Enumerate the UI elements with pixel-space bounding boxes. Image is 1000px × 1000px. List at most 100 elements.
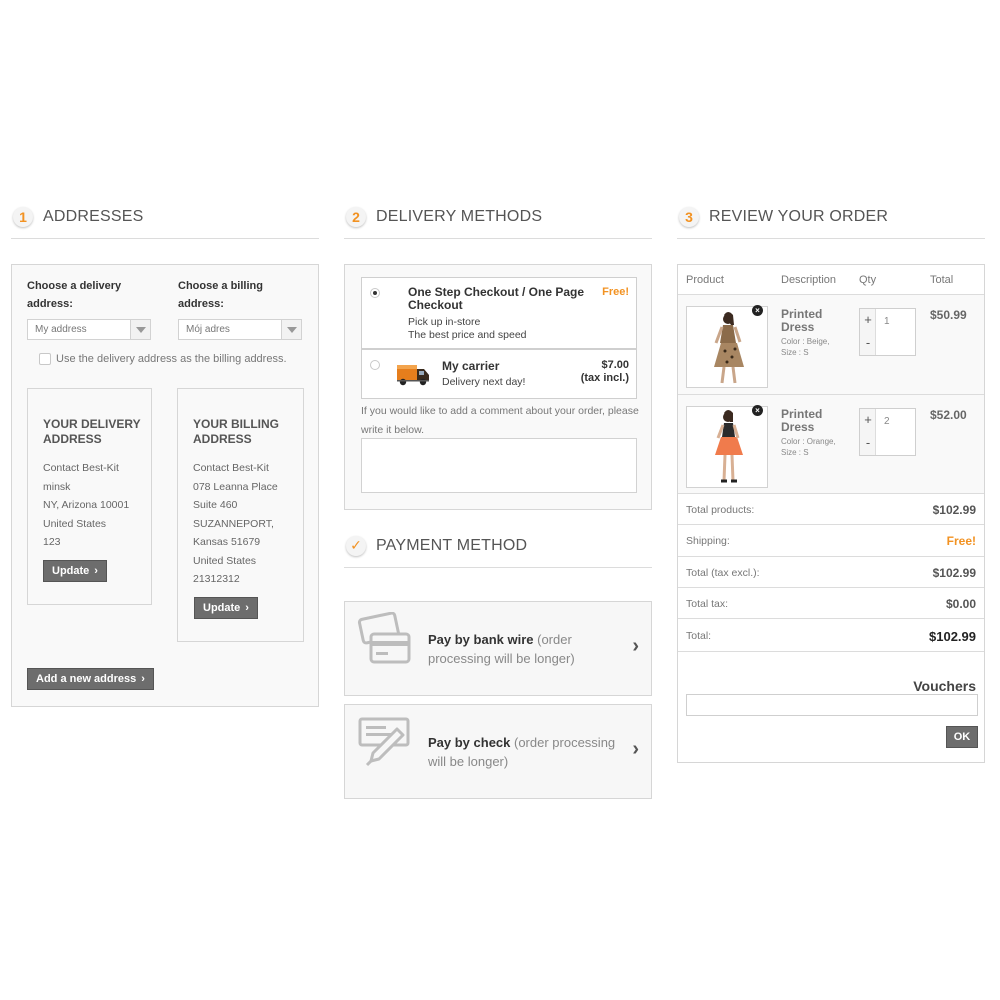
- delivery-panel: One Step Checkout / One Page Checkout Pi…: [344, 264, 652, 510]
- delivery-title: DELIVERY METHODS: [376, 207, 543, 225]
- billing-address-box: YOUR BILLING ADDRESS Contact Best-Kit 07…: [177, 388, 304, 642]
- quantity-stepper[interactable]: + - 2: [859, 408, 916, 456]
- address-line: Suite 460: [193, 499, 238, 511]
- plus-icon[interactable]: +: [860, 412, 876, 427]
- address-line: SUZANNEPORT,: [193, 517, 274, 530]
- carrier-option[interactable]: My carrier Delivery next day! $7.00 (tax…: [361, 349, 637, 399]
- billing-address-select[interactable]: Mój adres: [178, 319, 302, 340]
- same-address-label: Use the delivery address as the billing …: [56, 353, 287, 365]
- same-address-checkbox[interactable]: [39, 353, 51, 365]
- quantity-stepper[interactable]: + - 1: [859, 308, 916, 356]
- review-section: 3 REVIEW YOUR ORDER Product Description …: [677, 195, 985, 763]
- address-line: Contact Best-Kit: [43, 462, 119, 474]
- table-row: × Printed Dress Color : Orange, Size : S…: [678, 394, 984, 493]
- review-header: 3 REVIEW YOUR ORDER: [677, 195, 985, 239]
- step-number-badge: 1: [13, 206, 33, 227]
- carrier-radio[interactable]: [370, 288, 380, 298]
- carrier-price: $7.00 (tax incl.): [580, 359, 629, 384]
- addresses-header: 1 ADDRESSES: [11, 195, 319, 239]
- quantity-value: 2: [884, 416, 890, 427]
- addresses-section: 1 ADDRESSES Choose a delivery address: C…: [11, 195, 319, 707]
- address-line: minsk: [43, 480, 71, 493]
- voucher-input[interactable]: [686, 694, 978, 716]
- order-comment-textarea[interactable]: [361, 438, 637, 493]
- pay-by-bank-wire-option[interactable]: Pay by bank wire (order processing will …: [344, 601, 652, 696]
- credit-card-icon: [357, 611, 413, 668]
- chevron-right-icon: ›: [141, 673, 145, 685]
- chevron-right-icon: ›: [94, 565, 98, 577]
- quantity-buttons: + -: [860, 309, 876, 355]
- address-line: 078 Leanna Place: [193, 480, 278, 493]
- addresses-panel: Choose a delivery address: Choose a bill…: [11, 264, 319, 707]
- quantity-value: 1: [884, 316, 890, 327]
- payment-section: ✓ PAYMENT METHOD: [344, 524, 652, 568]
- address-line: 21312312: [193, 573, 240, 585]
- address-line: United States: [43, 517, 107, 530]
- delivery-header: 2 DELIVERY METHODS: [344, 195, 652, 239]
- pay-by-check-option[interactable]: Pay by check (order processing will be l…: [344, 704, 652, 799]
- chevron-down-icon: [130, 320, 150, 339]
- payment-header: ✓ PAYMENT METHOD: [344, 524, 652, 568]
- table-row: × Printed Dress Color : Beige, Size : S …: [678, 294, 984, 394]
- remove-product-icon[interactable]: ×: [752, 305, 763, 316]
- quantity-buttons: + -: [860, 409, 876, 455]
- delivery-address-select[interactable]: My address: [27, 319, 151, 340]
- vouchers-title: Vouchers: [913, 678, 976, 694]
- plus-icon[interactable]: +: [860, 312, 876, 327]
- column-header-total: Total: [930, 274, 954, 286]
- truck-icon: [396, 361, 430, 387]
- summary-row-tax: Total tax: $0.00: [678, 587, 984, 618]
- column-header-qty: Qty: [859, 274, 877, 286]
- check-label: Pay by check (order processing will be l…: [428, 735, 616, 769]
- column-header-product: Product: [686, 274, 724, 286]
- carrier-name: One Step Checkout / One Page Checkout: [408, 285, 585, 312]
- summary-value: $0.00: [945, 597, 976, 611]
- product-image: [686, 406, 768, 488]
- review-title: REVIEW YOUR ORDER: [709, 207, 889, 225]
- carrier-radio[interactable]: [370, 360, 380, 370]
- billing-address-title: YOUR BILLING ADDRESS: [193, 417, 279, 446]
- delivery-address-box: YOUR DELIVERY ADDRESS Contact Best-Kit m…: [27, 388, 152, 605]
- review-panel: Product Description Qty Total × Printed …: [677, 264, 985, 763]
- summary-row-shipping: Shipping: Free!: [678, 524, 984, 556]
- carrier-description: Delivery next day!: [442, 376, 526, 388]
- address-line: Kansas 51679: [193, 536, 261, 548]
- product-name: Printed Dress: [781, 407, 823, 434]
- carrier-name: My carrier: [442, 359, 500, 373]
- summary-label: Total tax:: [686, 598, 729, 610]
- summary-value: $102.99: [932, 566, 976, 580]
- check-pen-icon: [357, 715, 413, 771]
- delivery-address-label: Choose a delivery address:: [27, 280, 122, 310]
- summary-row-tax-excl: Total (tax excl.): $102.99: [678, 556, 984, 587]
- summary-label: Total (tax excl.):: [686, 567, 760, 579]
- chevron-right-icon: ›: [632, 635, 639, 657]
- bank-wire-label: Pay by bank wire (order processing will …: [428, 632, 575, 666]
- remove-product-icon[interactable]: ×: [752, 405, 763, 416]
- summary-row-total: Total: $102.99: [678, 618, 984, 652]
- update-billing-button[interactable]: Update ›: [194, 597, 258, 619]
- update-delivery-button[interactable]: Update ›: [43, 560, 107, 582]
- add-new-address-button[interactable]: Add a new address ›: [27, 668, 154, 690]
- comment-instructions: If you would like to add a comment about…: [361, 405, 639, 436]
- chevron-down-icon: [281, 320, 301, 339]
- chevron-right-icon: ›: [632, 738, 639, 760]
- summary-label: Total:: [686, 630, 712, 642]
- summary-value: $102.99: [932, 503, 976, 517]
- product-name: Printed Dress: [781, 307, 823, 334]
- carrier-price: Free!: [602, 286, 629, 298]
- address-line: 123: [43, 536, 61, 548]
- minus-icon[interactable]: -: [860, 435, 876, 450]
- carrier-description: Pick up in-store The best price and spee…: [408, 316, 527, 341]
- product-attributes: Color : Beige, Size : S: [781, 337, 830, 357]
- column-header-description: Description: [781, 274, 837, 286]
- address-line: United States: [193, 554, 257, 567]
- step-number-badge: 3: [679, 206, 699, 227]
- carrier-option[interactable]: One Step Checkout / One Page Checkout Pi…: [361, 277, 637, 349]
- chevron-right-icon: ›: [245, 602, 249, 614]
- billing-address-label: Choose a billing address:: [178, 280, 263, 310]
- grand-total: $102.99: [929, 629, 976, 644]
- voucher-ok-button[interactable]: OK: [946, 726, 978, 748]
- product-total: $52.00: [930, 408, 967, 422]
- delivery-address-title: YOUR DELIVERY ADDRESS: [43, 417, 141, 446]
- minus-icon[interactable]: -: [860, 335, 876, 350]
